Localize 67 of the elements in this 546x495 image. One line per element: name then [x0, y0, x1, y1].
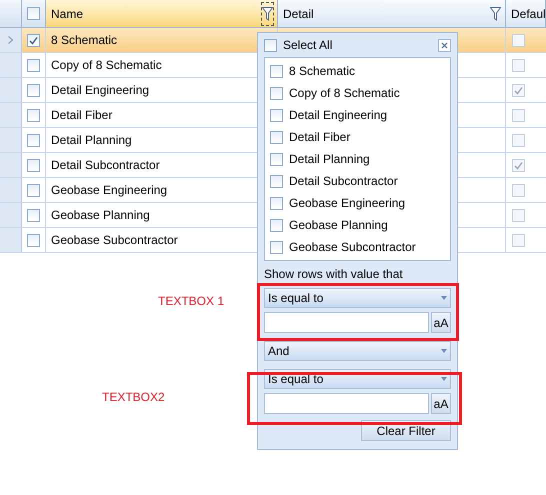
column-label: Defaul [511, 6, 546, 22]
row-checkbox[interactable] [27, 158, 40, 172]
annotation-label: TEXTBOX 1 [158, 293, 224, 310]
caret-icon [441, 349, 447, 353]
filter-icon[interactable] [261, 2, 274, 26]
table-cell-text: Geobase Planning [51, 207, 150, 224]
row-checkbox[interactable] [27, 84, 40, 96]
checkbox[interactable] [270, 86, 283, 100]
default-checkbox[interactable] [512, 158, 525, 172]
default-checkbox[interactable] [512, 208, 525, 222]
header-checkbox[interactable] [27, 7, 40, 20]
table-cell-text: Detail Engineering [51, 82, 150, 99]
match-case-button[interactable]: aA [431, 312, 451, 333]
value-list-item[interactable]: Detail Fiber [270, 126, 445, 148]
checkbox[interactable] [270, 64, 283, 78]
condition-dropdown[interactable]: Is equal to [264, 288, 451, 308]
column-label: Detail [283, 6, 314, 22]
checkbox[interactable] [270, 108, 283, 122]
column-header[interactable]: Name [46, 0, 278, 27]
default-checkbox[interactable] [512, 34, 525, 46]
checkbox[interactable] [270, 130, 283, 144]
column-header[interactable]: Defaul [506, 0, 546, 27]
close-icon [441, 42, 448, 48]
row-checkbox[interactable] [27, 234, 40, 246]
condition-prompt: Show rows with value that [264, 266, 404, 283]
default-checkbox[interactable] [512, 234, 525, 246]
annotation-label: TEXTBOX2 [102, 389, 165, 406]
checkbox[interactable] [270, 218, 283, 232]
row-checkbox[interactable] [27, 58, 40, 72]
value-list-item[interactable]: Copy of 8 Schematic [270, 82, 445, 104]
column-label: Name [51, 6, 84, 22]
table-cell-text: Copy of 8 Schematic [51, 57, 162, 74]
checkbox[interactable] [264, 38, 277, 52]
checkbox[interactable] [270, 174, 283, 188]
checkbox[interactable] [270, 152, 283, 166]
default-checkbox[interactable] [512, 58, 525, 72]
table-cell-text: Geobase Subcontractor [51, 232, 178, 249]
checkbox[interactable] [270, 196, 283, 210]
table-cell-text: Detail Fiber [51, 107, 112, 124]
table-cell-text: Detail Subcontractor [51, 157, 160, 174]
table-cell-text: Geobase Engineering [51, 182, 168, 199]
value-list-item[interactable]: Detail Engineering [270, 104, 445, 126]
select-all-checkbox[interactable]: Select All [264, 36, 332, 54]
row-checkbox[interactable] [27, 184, 40, 196]
table-cell-text: Detail Planning [51, 132, 132, 149]
row-checkbox[interactable] [27, 34, 40, 46]
logic-dropdown[interactable]: And [264, 341, 451, 361]
value-list-item[interactable]: Geobase Engineering [270, 192, 445, 214]
current-row-icon [8, 36, 13, 44]
column-header[interactable]: Detail [278, 0, 506, 27]
caret-icon [441, 377, 447, 381]
default-checkbox[interactable] [512, 184, 525, 196]
value-list-item[interactable]: Geobase Subcontractor [270, 236, 445, 258]
row-checkbox[interactable] [27, 134, 40, 146]
row-checkbox[interactable] [27, 108, 40, 122]
checkbox[interactable] [270, 240, 283, 254]
caret-icon [441, 296, 447, 300]
close-button[interactable] [438, 38, 451, 52]
text-input-field[interactable] [264, 393, 429, 414]
value-list-item[interactable]: Geobase Planning [270, 214, 445, 236]
match-case-button[interactable]: aA [431, 393, 451, 414]
default-checkbox[interactable] [512, 134, 525, 146]
row-checkbox[interactable] [27, 208, 40, 222]
default-checkbox[interactable] [512, 84, 525, 96]
table-cell-text: 8 Schematic [51, 32, 118, 49]
text-input-field[interactable] [264, 312, 429, 333]
default-checkbox[interactable] [512, 108, 525, 122]
